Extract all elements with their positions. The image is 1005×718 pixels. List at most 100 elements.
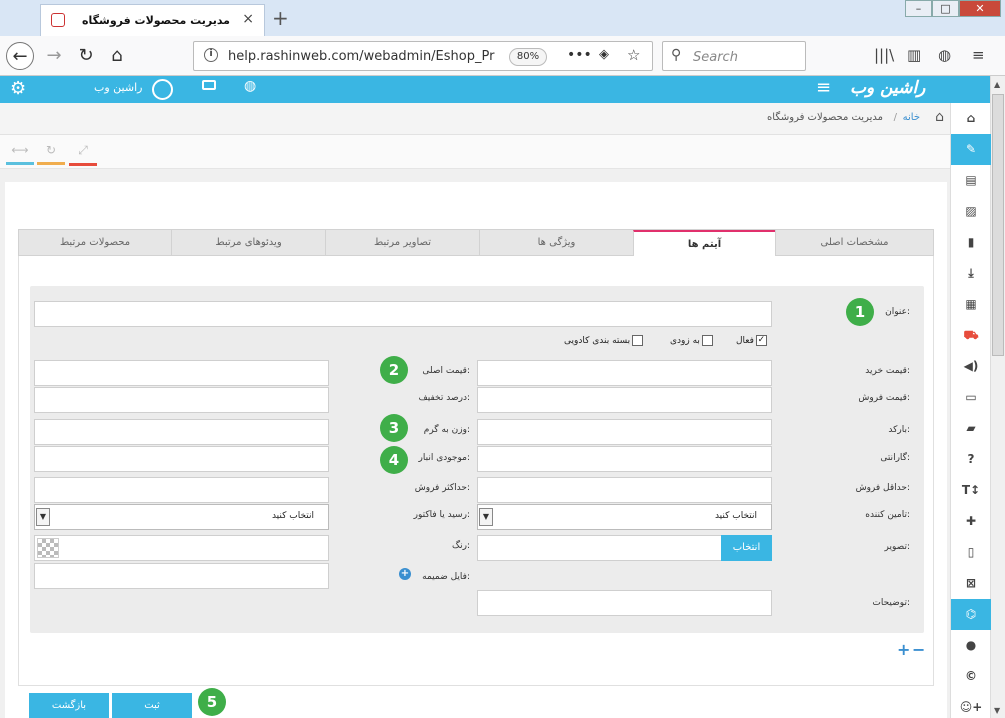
min-sale-input[interactable]: [477, 477, 772, 503]
sidebar-download-icon[interactable]: ⤓: [951, 258, 991, 289]
sidebar-document-icon[interactable]: ▮: [951, 227, 991, 258]
admin-sidebar: ⌂ ✎ ▤ ▨ ▮ ⤓ ▦ ⛟ ◀) ▭ ▰ ? T↕ ✚ ▯ ⊠ ⌬ ● © …: [950, 103, 991, 718]
warranty-input[interactable]: [477, 446, 772, 472]
color-input[interactable]: [34, 535, 329, 561]
back-button[interactable]: بازگشت: [29, 693, 109, 718]
menu-icon[interactable]: ≡: [972, 46, 985, 64]
max-sale-input[interactable]: [34, 477, 329, 503]
remove-row-icon[interactable]: −: [912, 640, 925, 659]
minimize-icon[interactable]: –: [905, 0, 932, 17]
scroll-down-icon[interactable]: ▼: [994, 706, 1000, 715]
tab-related-images[interactable]: تصاویر مرتبط: [325, 230, 479, 256]
fullscreen-icon[interactable]: ⤢: [69, 143, 97, 166]
sidebar-book-icon[interactable]: ▰: [951, 413, 991, 444]
globe-icon[interactable]: ◍: [938, 46, 951, 64]
sidebar-font-icon[interactable]: T↕: [951, 475, 991, 506]
sidebar-sound-icon[interactable]: ◀): [951, 351, 991, 382]
home-icon[interactable]: ⌂: [103, 42, 131, 70]
url-text[interactable]: help.rashinweb.com/webadmin/Eshop_Pr: [228, 49, 494, 64]
scroll-up-icon[interactable]: ▲: [994, 80, 1000, 89]
sidebar-image-icon[interactable]: ▨: [951, 196, 991, 227]
add-row-icon[interactable]: +: [897, 640, 910, 659]
add-attachment-icon[interactable]: +: [399, 568, 411, 580]
gift-checkbox[interactable]: بسته بندی کادویی: [564, 335, 644, 346]
sidebar-film-icon[interactable]: ▦: [951, 289, 991, 320]
sidebar-shop-icon[interactable]: ⌬: [951, 599, 991, 630]
discount-input[interactable]: [34, 387, 329, 413]
zoom-badge[interactable]: 80%: [509, 48, 547, 66]
sidebar-cart-icon[interactable]: ⛟: [951, 320, 991, 351]
checkmark-icon[interactable]: ✓: [755, 335, 767, 346]
soon-box[interactable]: [701, 335, 713, 346]
library-icon[interactable]: |||\: [874, 46, 894, 64]
sidebar-news-icon[interactable]: ▤: [951, 165, 991, 196]
sidebar-user-icon[interactable]: ●: [951, 630, 991, 661]
attachment-input[interactable]: [34, 563, 329, 589]
supplier-label: تامین کننده:: [865, 510, 910, 520]
sidebar-monitor-icon[interactable]: ▭: [951, 382, 991, 413]
hamburger-icon[interactable]: ≡: [816, 77, 831, 98]
supplier-select[interactable]: انتخاب کنید ▼: [477, 504, 772, 530]
new-tab-icon[interactable]: +: [272, 6, 289, 30]
tab-related-videos[interactable]: ویدئوهای مرتبط: [171, 230, 325, 256]
page-scrollbar[interactable]: ▲ ▼: [990, 76, 1005, 718]
tab-features[interactable]: ویژگی ها: [479, 230, 633, 256]
url-bar[interactable]: i help.rashinweb.com/webadmin/Eshop_Pr 8…: [193, 41, 653, 71]
sidebar-excel-icon[interactable]: ⊠: [951, 568, 991, 599]
pocket-icon[interactable]: ◈: [599, 47, 609, 62]
browser-tab[interactable]: مدیریت محصولات فروشگاه ×: [40, 4, 265, 36]
chevron-down-icon[interactable]: ▼: [479, 508, 493, 526]
maximize-icon[interactable]: □: [932, 0, 959, 17]
close-tab-icon[interactable]: ×: [242, 11, 254, 27]
breadcrumb-home-icon[interactable]: ⌂: [935, 109, 944, 125]
sidebar-toggle-icon[interactable]: ▥: [907, 46, 921, 64]
gear-icon[interactable]: ⚙: [10, 78, 26, 99]
globe-header-icon[interactable]: ◍: [244, 78, 256, 94]
sidebar-home-icon[interactable]: ⌂: [951, 103, 991, 134]
barcode-input[interactable]: [477, 419, 772, 445]
choose-image-button[interactable]: انتخاب: [721, 535, 772, 561]
active-checkbox[interactable]: فعال ✓: [736, 335, 767, 346]
buy-price-input[interactable]: [477, 360, 772, 386]
gift-box[interactable]: [632, 335, 644, 346]
sell-price-input[interactable]: [477, 387, 772, 413]
reload-icon[interactable]: ↻: [72, 42, 100, 70]
step-badge-2: 2: [380, 356, 408, 384]
back-icon[interactable]: ←: [6, 42, 34, 70]
soon-checkbox[interactable]: به زودی: [670, 335, 713, 346]
tab-main-specs[interactable]: مشخصات اصلی: [775, 230, 933, 256]
collapse-icon[interactable]: ⟷: [6, 143, 34, 165]
color-swatch-icon[interactable]: [37, 538, 59, 558]
stock-input[interactable]: [34, 446, 329, 472]
user-name[interactable]: راشین وب: [94, 81, 142, 94]
submit-button[interactable]: ثبت: [112, 693, 192, 718]
invoice-select[interactable]: انتخاب کنید ▼: [34, 504, 329, 530]
window-close-icon[interactable]: ✕: [959, 0, 1001, 17]
sidebar-pin-icon[interactable]: ✚: [951, 506, 991, 537]
breadcrumb-home-link[interactable]: خانه: [903, 112, 920, 123]
avatar-icon[interactable]: [152, 79, 173, 100]
bookmark-star-icon[interactable]: ☆: [627, 46, 640, 64]
weight-input[interactable]: [34, 419, 329, 445]
sidebar-copyright-icon[interactable]: ©: [951, 661, 991, 692]
search-box[interactable]: ⚲ Search: [662, 41, 806, 71]
sidebar-help-icon[interactable]: ?: [951, 444, 991, 475]
title-input[interactable]: [34, 301, 772, 327]
site-info-icon[interactable]: i: [204, 48, 218, 62]
more-actions-icon[interactable]: •••: [567, 47, 592, 63]
browser-navbar: ← → ↻ ⌂ i help.rashinweb.com/webadmin/Es…: [0, 36, 1005, 76]
original-price-input[interactable]: [34, 360, 329, 386]
scroll-thumb[interactable]: [992, 94, 1004, 356]
tab-items[interactable]: آیتم ها: [633, 230, 775, 256]
sidebar-edit-icon[interactable]: ✎: [951, 134, 991, 165]
card-icon[interactable]: [202, 80, 216, 90]
sidebar-add-user-icon[interactable]: ☺+: [951, 692, 991, 718]
tab-related-products[interactable]: محصولات مرتبط: [19, 230, 171, 256]
chevron-down-icon[interactable]: ▼: [36, 508, 50, 526]
forward-icon[interactable]: →: [40, 42, 68, 70]
refresh-icon[interactable]: ↻: [37, 143, 65, 165]
description-input[interactable]: [477, 590, 772, 616]
search-placeholder[interactable]: Search: [693, 50, 738, 65]
sidebar-file-icon[interactable]: ▯: [951, 537, 991, 568]
step-badge-5: 5: [198, 688, 226, 716]
